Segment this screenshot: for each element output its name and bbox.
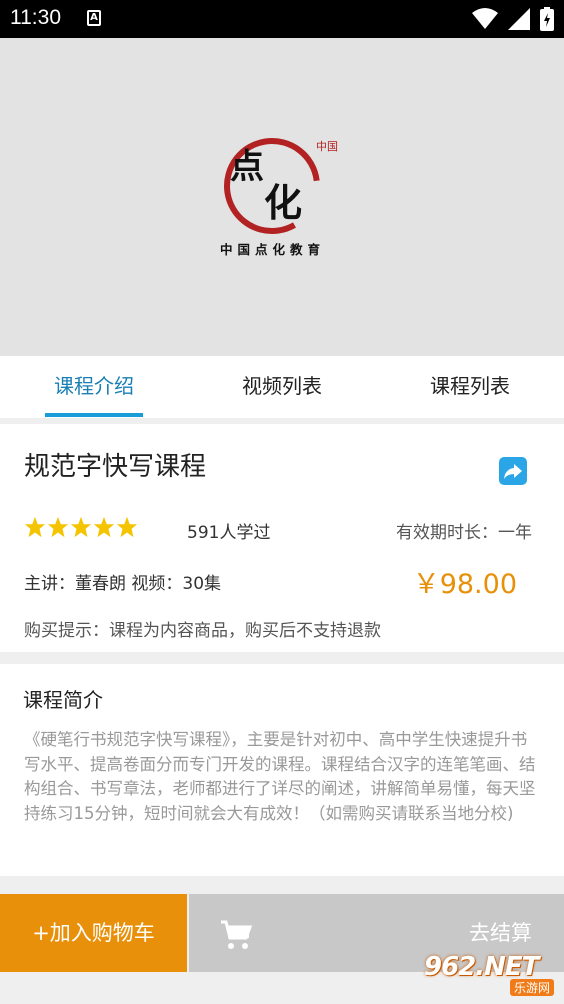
signal-icon [508,8,530,30]
wifi-icon [472,8,498,29]
star-icon [93,516,115,538]
status-icons [472,7,554,31]
dianhua-logo: 点 化 中国 中国点化教育 [220,138,338,257]
course-intro-section: 课程简介 《硬笔行书规范字快写课程》，主要是针对初中、高中学生快速提升书写水平、… [0,664,564,876]
logo-main-1: 点 [230,147,264,187]
logo-main-2: 化 [264,180,302,225]
course-price: ￥98.00 [412,569,517,600]
share-button[interactable] [499,457,527,485]
site-watermark: 962.NET 乐游网 [424,952,558,998]
share-icon [504,464,522,479]
tab-bar: 课程介绍 视频列表 课程列表 [0,356,564,418]
add-to-cart-button[interactable]: +加入购物车 [0,894,187,972]
teacher-videos-info: 主讲：董春朗 视频：30集 [24,574,222,594]
validity-period: 有效期时长：一年 [396,523,532,543]
purchase-tip: 购买提示：课程为内容商品，购买后不支持退款 [24,621,381,641]
tab-course-list[interactable]: 课程列表 [420,356,520,418]
watermark-sub: 乐游网 [509,979,554,996]
rating-stars [24,516,138,538]
course-banner: 点 化 中国 中国点化教育 [0,38,564,356]
intro-title: 课程简介 [23,688,103,712]
intro-text: 《硬笔行书规范字快写课程》，主要是针对初中、高中学生快速提升书写水平、提高卷面分… [24,730,536,823]
shopping-cart-icon[interactable] [219,918,253,952]
logo-seal: 中国 [316,140,338,153]
star-icon [116,516,138,538]
star-icon [24,516,46,538]
learned-count: 591人学过 [187,523,271,543]
battery-icon [540,7,554,31]
watermark-main: 962.NET [424,952,539,982]
logo-caption: 中国点化教育 [220,242,325,257]
star-icon [47,516,69,538]
tab-course-intro[interactable]: 课程介绍 [45,356,143,418]
tab-video-list[interactable]: 视频列表 [232,356,332,418]
star-icon [70,516,92,538]
status-time: 11:30 [10,6,61,29]
course-title: 规范字快写课程 [24,452,207,482]
notification-badge-icon: A [87,10,101,26]
status-bar: 11:30 A [0,0,564,38]
course-info-card: 规范字快写课程 591人学过 有效期时长：一年 主讲：董春朗 视频：30集 ￥9… [0,424,564,652]
tab-active-indicator [45,413,143,417]
